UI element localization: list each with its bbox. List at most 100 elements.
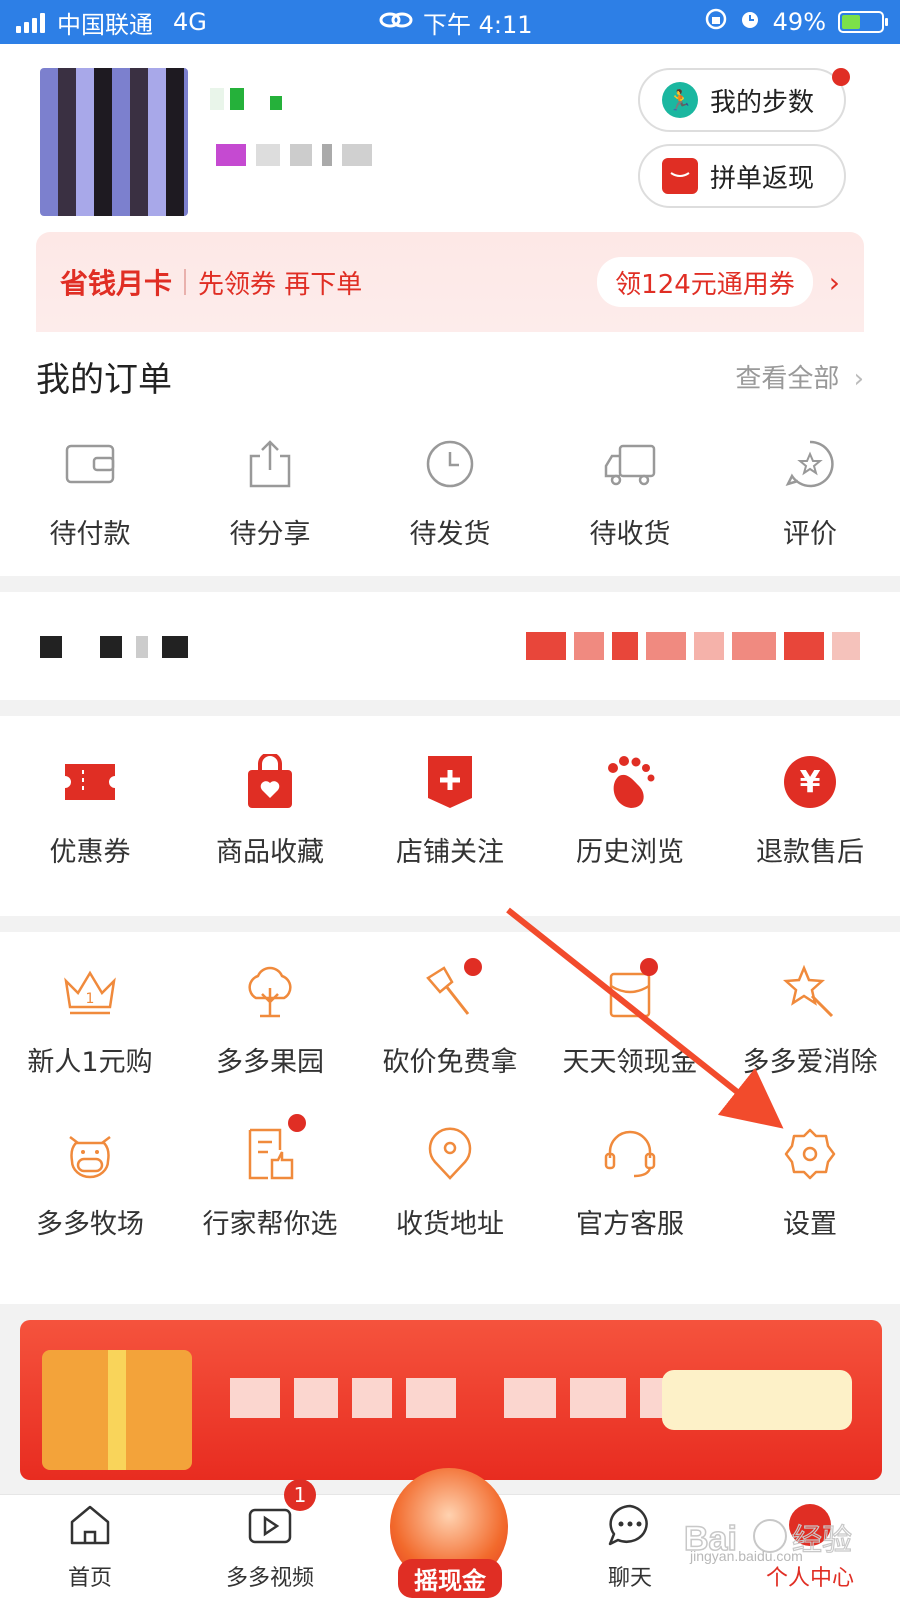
view-all-label: 查看全部 [735,364,840,394]
shopping-tools-section: 优惠券 商品收藏 店铺关注 历史浏览 ¥ 退款售后 [0,716,900,916]
tool-favorites[interactable]: 商品收藏 [180,752,360,869]
profile-header: 🏃 我的步数 拼单返现 省钱月卡 先领券 再下单 领124元通用券 › [0,44,900,332]
savecard-title: 省钱月卡 [60,267,173,300]
money-saving-card[interactable]: 省钱月卡 先领券 再下单 领124元通用券 › [36,232,864,332]
order-pending-share[interactable]: 待分享 [180,434,360,551]
service-match-game[interactable]: 多多爱消除 [720,962,900,1079]
tab-home[interactable]: 首页 [0,1495,180,1600]
promo-strip-redacted[interactable] [0,592,900,700]
alarm-icon [739,8,761,36]
chevron-right-icon: › [853,364,864,394]
avatar[interactable] [40,68,188,216]
savecard-coupon-button[interactable]: 领124元通用券 [597,257,813,307]
order-status-label: 待分享 [229,519,311,550]
service-label: 天天领现金 [562,1047,698,1078]
bargain-notification-dot [464,958,482,976]
share-icon [246,434,294,494]
status-center: 下午 4:11 [379,5,533,40]
clock-time: 下午 4:11 [423,10,533,39]
promo-left-redacted [40,636,188,658]
tab-label: 首页 [67,1566,112,1591]
service-label: 行家帮你选 [202,1209,338,1240]
services-row-1: 1 新人1元购 多多果园 砍价免费拿 天天领现金 多多爱消除 [0,962,900,1079]
banner-text-redacted [230,1378,728,1418]
rotation-lock-icon [705,8,727,36]
tab-shake-cash[interactable]: 摇现金 [384,1468,514,1600]
running-icon: 🏃 [662,82,698,118]
video-badge: 1 [284,1479,316,1511]
profile-icon [787,1502,833,1552]
tool-store-follow[interactable]: 店铺关注 [360,752,540,869]
services-row-2: 多多牧场 行家帮你选 收货地址 官方客服 设置 [0,1124,900,1241]
crown-icon: 1 [62,962,118,1022]
service-label: 多多牧场 [36,1209,144,1240]
service-label: 官方客服 [576,1209,684,1240]
status-bar: 中国联通 4G 下午 4:11 49% [0,0,900,44]
savecard-divider [184,269,187,295]
gift-box-icon [42,1350,192,1470]
clock-icon [424,434,476,494]
service-label: 收货地址 [396,1209,504,1240]
steps-notification-dot [832,68,850,86]
network-label: 4G [173,8,207,36]
service-daily-cash[interactable]: 天天领现金 [540,962,720,1079]
view-all-orders-link[interactable]: 查看全部 › [735,358,864,395]
username-redacted [210,88,282,110]
user-id-redacted [216,144,372,166]
daily-cash-notification-dot [640,958,658,976]
tool-refund[interactable]: ¥ 退款售后 [720,752,900,869]
service-address[interactable]: 收货地址 [360,1124,540,1241]
service-customer-service[interactable]: 官方客服 [540,1124,720,1241]
favorite-bag-icon [246,752,294,812]
tab-label: 聊天 [607,1566,652,1591]
red-envelope-icon [662,158,698,194]
group-cashback-label: 拼单返现 [710,163,815,194]
recommend-icon [242,1124,298,1184]
truck-icon [602,434,658,494]
tool-label: 退款售后 [756,837,864,868]
chevron-right-icon: › [828,265,840,299]
refund-icon: ¥ [782,752,838,812]
my-steps-button[interactable]: 🏃 我的步数 [638,68,846,132]
banner-button-redacted[interactable] [662,1370,852,1430]
service-orchard[interactable]: 多多果园 [180,962,360,1079]
group-cashback-button[interactable]: 拼单返现 [638,144,846,208]
video-icon [247,1502,293,1552]
order-pending-payment[interactable]: 待付款 [0,434,180,551]
star-wand-icon [782,962,838,1022]
order-pending-shipment[interactable]: 待发货 [360,434,540,551]
service-newcomer-1-yuan[interactable]: 1 新人1元购 [0,962,180,1079]
orders-title: 我的订单 [36,360,172,400]
review-icon [784,434,836,494]
tool-history[interactable]: 历史浏览 [540,752,720,869]
my-orders-section: 我的订单 查看全部 › 待付款 待分享 待发货 待收货 评价 [0,332,900,576]
service-label: 多多爱消除 [742,1047,878,1078]
order-pending-receipt[interactable]: 待收货 [540,434,720,551]
service-settings[interactable]: 设置 [720,1124,900,1241]
service-ranch[interactable]: 多多牧场 [0,1124,180,1241]
tool-label: 商品收藏 [216,837,324,868]
service-label: 设置 [783,1209,837,1240]
tab-video[interactable]: 多多视频 1 [180,1479,360,1600]
status-left: 中国联通 4G [16,5,207,40]
order-status-label: 评价 [783,519,837,550]
svg-text:1: 1 [86,991,95,1007]
service-bargain[interactable]: 砍价免费拿 [360,962,540,1079]
tab-label: 个人中心 [765,1566,854,1591]
service-expert-picks[interactable]: 行家帮你选 [180,1124,360,1241]
link-icon [379,8,413,36]
wallet-icon [64,434,116,494]
home-icon [67,1502,113,1552]
headset-icon [602,1124,658,1184]
tab-label: 摇现金 [398,1559,502,1598]
watermark-url: jingyan.baidu.com [690,1548,803,1564]
expert-picks-notification-dot [288,1114,306,1132]
order-review[interactable]: 评价 [720,434,900,551]
promo-banner-redacted[interactable] [20,1320,882,1480]
tool-coupon[interactable]: 优惠券 [0,752,180,869]
carrier-label: 中国联通 [57,10,153,39]
tool-label: 优惠券 [49,837,131,868]
status-right: 49% [705,8,888,36]
tool-label: 历史浏览 [576,837,684,868]
battery-percent: 49% [772,8,826,36]
